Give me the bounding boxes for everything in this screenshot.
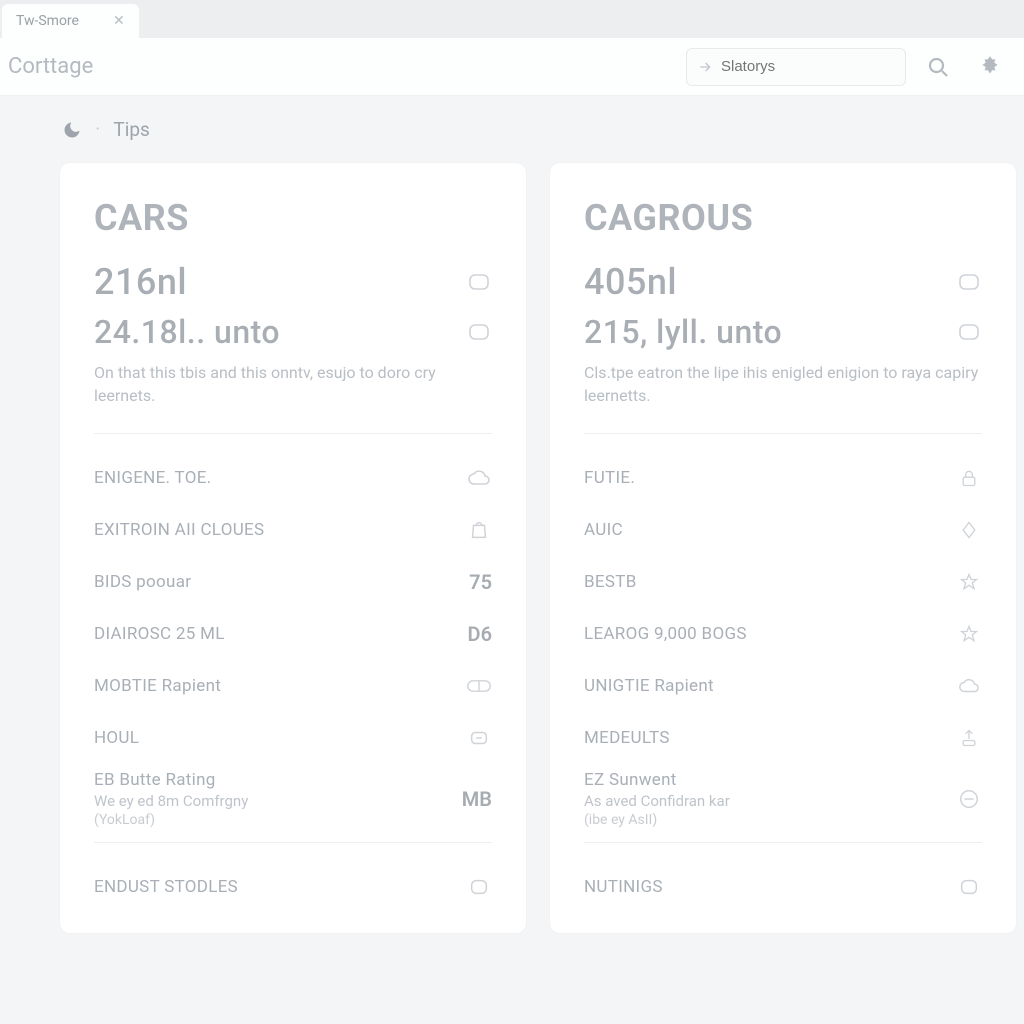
- list-item[interactable]: EZ Sunwent As aved Confidran kar (ibe ey…: [584, 764, 982, 834]
- item-label: DIAIROSC 25 ML: [94, 624, 225, 644]
- cloud-icon: [466, 465, 492, 491]
- list-item[interactable]: ENDUST STODLES: [94, 861, 492, 913]
- notifications-icon[interactable]: [970, 47, 1010, 87]
- item-label: LEAROG 9,000 BOGS: [584, 624, 747, 644]
- item-subtitle: As aved Confidran kar: [584, 792, 730, 810]
- search-box[interactable]: [686, 48, 906, 86]
- metric-row: 216nl: [94, 261, 492, 303]
- cloud-icon: [956, 673, 982, 699]
- divider: [94, 433, 492, 434]
- checkbox-icon[interactable]: [956, 269, 982, 295]
- item-label: HOUL: [94, 728, 139, 748]
- tab-strip: Tw-Smore ✕: [0, 0, 1024, 38]
- section-title: ENDUST STODLES: [94, 877, 238, 897]
- item-label: AUIC: [584, 520, 623, 540]
- cards-container: CARS 216nl 24.18l.. unto On that this tb…: [0, 151, 1024, 933]
- moon-icon: [62, 120, 82, 140]
- breadcrumb-item[interactable]: Tips: [113, 118, 149, 141]
- star-icon: [956, 569, 982, 595]
- list-item[interactable]: BESTB: [584, 556, 982, 608]
- list-item[interactable]: MEDEULTS: [584, 712, 982, 764]
- list-item[interactable]: EB Butte Rating We ey ed 8m Comfrgny (Yo…: [94, 764, 492, 834]
- card-description: On that this tbis and this onntv, esujo …: [94, 361, 492, 407]
- box-icon: [466, 725, 492, 751]
- minus-circle-icon: [956, 786, 982, 812]
- item-label: BIDS poouar: [94, 572, 191, 592]
- list-item[interactable]: MOBTIE Rapient: [94, 660, 492, 712]
- list-item[interactable]: BIDS poouar 75: [94, 556, 492, 608]
- item-value: D6: [468, 622, 492, 646]
- pill-icon: [466, 673, 492, 699]
- section-title: NUTINIGS: [584, 877, 663, 897]
- upload-icon: [956, 725, 982, 751]
- divider: [94, 842, 492, 843]
- top-bar: Corttage: [0, 38, 1024, 96]
- metric-value: 216nl: [94, 261, 187, 303]
- item-label: EXITROIN AII CLOUES: [94, 520, 264, 540]
- item-subtitle-2: (YokLoaf): [94, 812, 248, 828]
- card-cars: CARS 216nl 24.18l.. unto On that this tb…: [60, 163, 526, 933]
- item-label: ENIGENE. TOE.: [94, 468, 211, 488]
- bag-icon: [466, 517, 492, 543]
- item-label: EB Butte Rating: [94, 770, 248, 790]
- divider: [584, 842, 982, 843]
- square-icon: [466, 874, 492, 900]
- checkbox-icon[interactable]: [956, 319, 982, 345]
- app-title: Corttage: [8, 54, 93, 79]
- list-item[interactable]: AUIC: [584, 504, 982, 556]
- list-item[interactable]: LEAROG 9,000 BOGS: [584, 608, 982, 660]
- close-icon[interactable]: ✕: [113, 13, 125, 29]
- item-label: MOBTIE Rapient: [94, 676, 221, 696]
- item-subtitle-2: (ibe ey AsII): [584, 812, 730, 828]
- card-description: Cls.tpe eatron the lipe ihis enigled eni…: [584, 361, 982, 407]
- list-item[interactable]: FUTIE.: [584, 452, 982, 504]
- metric-row: 215, lyll. unto: [584, 313, 982, 351]
- item-label: EZ Sunwent: [584, 770, 730, 790]
- search-icon[interactable]: [918, 47, 958, 87]
- item-label: MEDEULTS: [584, 728, 670, 748]
- metric-value: 24.18l.. unto: [94, 313, 280, 351]
- metric-row: 405nl: [584, 261, 982, 303]
- list-item[interactable]: DIAIROSC 25 ML D6: [94, 608, 492, 660]
- item-label: FUTIE.: [584, 468, 635, 488]
- card-cagrous: CAGROUS 405nl 215, lyll. unto Cls.tpe ea…: [550, 163, 1016, 933]
- lock-icon: [956, 465, 982, 491]
- send-icon: [697, 59, 713, 75]
- list-item[interactable]: ENIGENE. TOE.: [94, 452, 492, 504]
- metric-row: 24.18l.. unto: [94, 313, 492, 351]
- list-item[interactable]: HOUL: [94, 712, 492, 764]
- item-value: MB: [462, 787, 492, 811]
- item-value: 75: [469, 570, 492, 594]
- item-label: BESTB: [584, 572, 637, 592]
- metric-value: 215, lyll. unto: [584, 313, 782, 351]
- checkbox-icon[interactable]: [466, 319, 492, 345]
- card-title: CARS: [94, 197, 492, 239]
- divider: [584, 433, 982, 434]
- metric-value: 405nl: [584, 261, 677, 303]
- list-item[interactable]: NUTINIGS: [584, 861, 982, 913]
- breadcrumb: • Tips: [0, 96, 1024, 151]
- item-label: UNIGTIE Rapient: [584, 676, 714, 696]
- list-item[interactable]: EXITROIN AII CLOUES: [94, 504, 492, 556]
- search-input[interactable]: [721, 58, 895, 75]
- checkbox-icon[interactable]: [466, 269, 492, 295]
- square-icon: [956, 874, 982, 900]
- breadcrumb-separator: •: [96, 124, 99, 135]
- star-icon: [956, 621, 982, 647]
- list-item[interactable]: UNIGTIE Rapient: [584, 660, 982, 712]
- diamond-icon: [956, 517, 982, 543]
- item-subtitle: We ey ed 8m Comfrgny: [94, 792, 248, 810]
- card-title: CAGROUS: [584, 197, 982, 239]
- tab-title: Tw-Smore: [16, 13, 79, 29]
- browser-tab[interactable]: Tw-Smore ✕: [2, 4, 139, 38]
